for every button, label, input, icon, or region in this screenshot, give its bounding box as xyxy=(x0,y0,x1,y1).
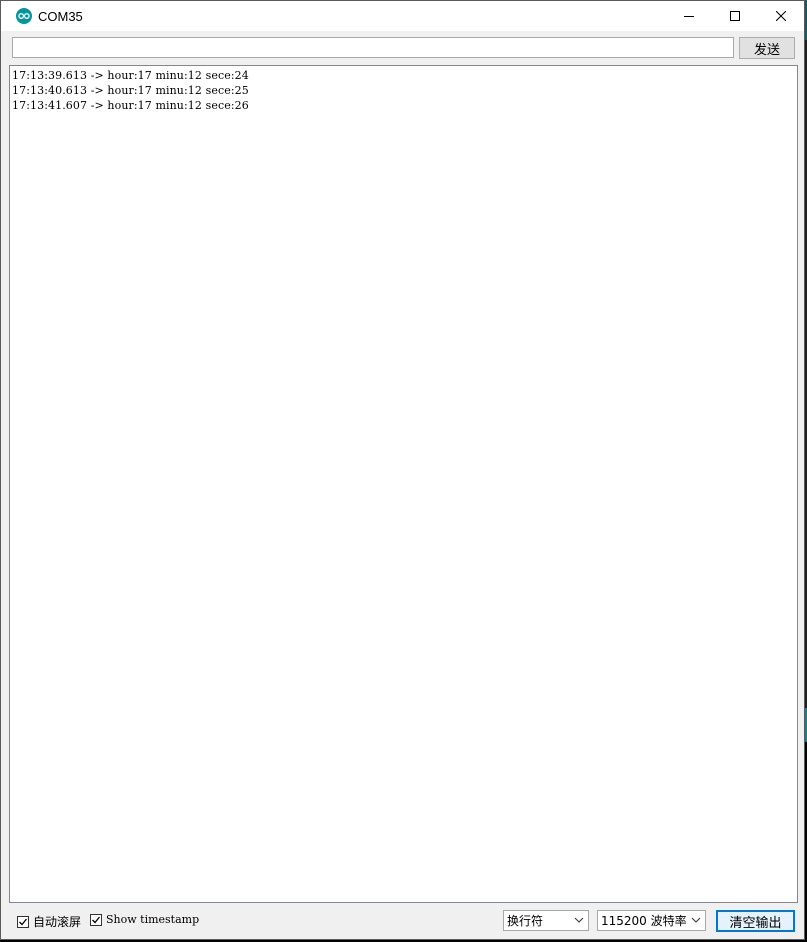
checkbox-checked-icon xyxy=(90,913,102,926)
title-bar[interactable]: COM35 xyxy=(1,1,804,31)
line-ending-value: 换行符 xyxy=(507,914,544,928)
output-line: 17:13:40.613 -> hour:17 minu:12 sece:25 xyxy=(12,84,249,97)
window-title: COM35 xyxy=(38,8,83,24)
timestamp-label: Show timestamp xyxy=(106,913,200,926)
clear-output-button[interactable]: 清空输出 xyxy=(716,910,795,932)
checkbox-checked-icon xyxy=(17,915,29,928)
serial-output[interactable]: 17:13:39.613 -> hour:17 minu:12 sece:24 … xyxy=(9,65,798,903)
baud-rate-select[interactable]: 115200 波特率 xyxy=(597,910,706,931)
send-input[interactable] xyxy=(12,37,734,58)
footer-bar: 自动滚屏 Show timestamp 换行符 115200 波特率 清空输出 xyxy=(1,905,804,939)
output-line: 17:13:39.613 -> hour:17 minu:12 sece:24 xyxy=(12,69,249,82)
close-icon xyxy=(776,11,786,21)
window-controls xyxy=(666,1,804,31)
serial-monitor-window: COM35 发送 17:13:39.613 -> hour:17 minu:12… xyxy=(0,0,805,940)
maximize-icon xyxy=(730,11,740,21)
line-ending-select[interactable]: 换行符 xyxy=(503,910,589,931)
send-row: 发送 xyxy=(1,31,804,63)
send-button[interactable]: 发送 xyxy=(739,37,795,59)
arduino-logo-icon xyxy=(16,8,32,24)
timestamp-checkbox[interactable]: Show timestamp xyxy=(90,913,199,926)
close-button[interactable] xyxy=(758,1,804,31)
autoscroll-checkbox[interactable]: 自动滚屏 xyxy=(17,913,81,930)
chevron-down-icon xyxy=(691,917,701,923)
minimize-button[interactable] xyxy=(666,1,712,31)
minimize-icon xyxy=(684,16,694,17)
chevron-down-icon xyxy=(574,917,584,923)
output-line: 17:13:41.607 -> hour:17 minu:12 sece:26 xyxy=(12,99,249,112)
maximize-button[interactable] xyxy=(712,1,758,31)
baud-rate-value: 115200 波特率 xyxy=(601,914,687,928)
autoscroll-label: 自动滚屏 xyxy=(33,915,82,929)
